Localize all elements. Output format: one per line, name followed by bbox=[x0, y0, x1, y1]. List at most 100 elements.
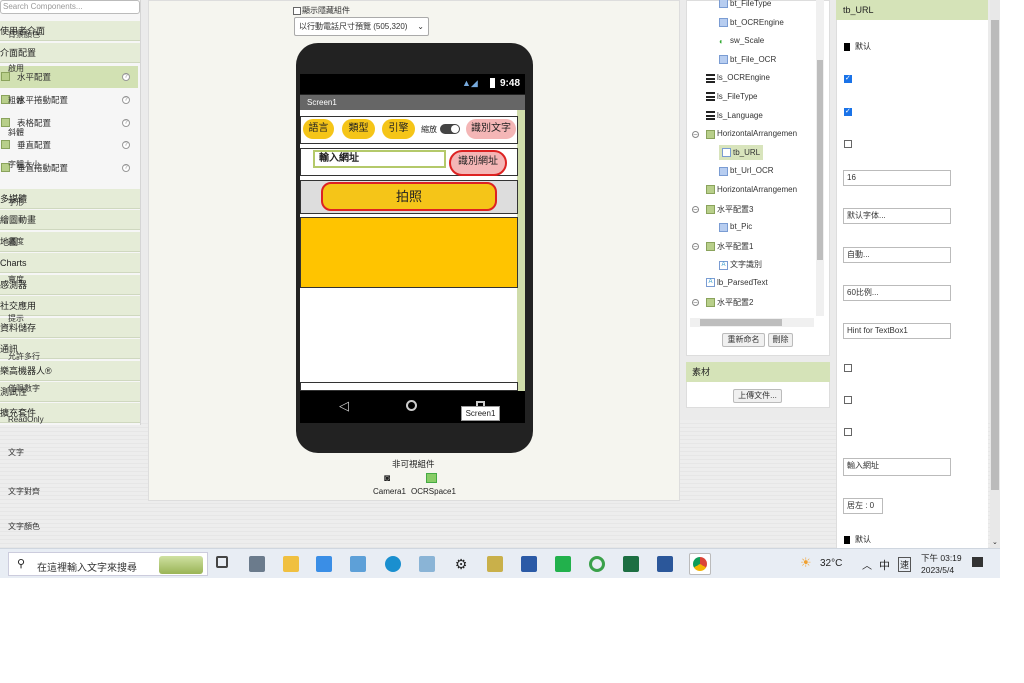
category-layout[interactable]: 介面配置 bbox=[0, 43, 140, 63]
prop-text-color[interactable]: 默认 bbox=[844, 534, 871, 545]
paint-icon[interactable] bbox=[487, 556, 503, 572]
chevron-up-icon[interactable]: ︿ bbox=[862, 557, 872, 572]
scroll-thumb[interactable] bbox=[991, 20, 999, 490]
weather-temperature[interactable]: 32°C bbox=[820, 558, 842, 569]
prop-bold-checkbox[interactable] bbox=[844, 107, 852, 116]
checkbox[interactable] bbox=[293, 6, 301, 15]
nonvisible-camera[interactable]: Camera1 bbox=[373, 487, 406, 496]
task-view-icon[interactable] bbox=[216, 556, 228, 568]
row-arrangement-bottom bbox=[300, 382, 518, 391]
help-icon[interactable]: ? bbox=[122, 119, 130, 127]
prop-font-select[interactable]: 默认字体... bbox=[843, 208, 951, 224]
category-item[interactable]: 繪圖動畫 bbox=[0, 210, 140, 230]
prop-text-textarea[interactable]: 輸入網址 bbox=[843, 458, 951, 476]
tree-node[interactable]: bt_FileType bbox=[719, 0, 771, 9]
clock-time[interactable]: 下午 03:19 bbox=[921, 552, 962, 564]
tree-node[interactable]: tb_URL bbox=[719, 144, 764, 161]
tree-node[interactable]: ls_OCREngine bbox=[706, 73, 770, 83]
tree-node[interactable]: A 文字識別 bbox=[719, 259, 762, 270]
prop-multiline-checkbox[interactable] bbox=[844, 364, 852, 372]
tree-node[interactable]: – 水平配置3 bbox=[692, 204, 753, 215]
taskbar-search[interactable]: ⚲ 在這裡輸入文字來搜尋 bbox=[8, 552, 208, 576]
store-icon[interactable] bbox=[316, 556, 332, 572]
collapse-icon[interactable]: – bbox=[692, 242, 699, 250]
prop-enabled-checkbox[interactable] bbox=[844, 74, 852, 83]
prop-numbers-only-checkbox[interactable] bbox=[844, 396, 852, 404]
prop-align-select[interactable]: 居左 : 0 bbox=[843, 498, 883, 514]
recognize-text-button[interactable]: 識別文字 bbox=[466, 119, 516, 139]
scroll-thumb[interactable] bbox=[700, 319, 782, 326]
tree-node[interactable]: HorizontalArrangemen bbox=[706, 185, 798, 195]
file-explorer-icon[interactable] bbox=[283, 556, 299, 572]
tree-node[interactable]: Alb_ParsedText bbox=[706, 278, 768, 288]
zoom-switch[interactable] bbox=[440, 124, 460, 134]
edge-icon[interactable] bbox=[385, 556, 401, 572]
tree-node[interactable]: – 水平配置2 bbox=[692, 297, 753, 308]
url-input[interactable]: 輸入網址 bbox=[313, 150, 446, 168]
tree-node-label: HorizontalArrangemen bbox=[717, 185, 798, 194]
label-icon: A bbox=[719, 260, 728, 270]
type-button[interactable]: 類型 bbox=[342, 119, 375, 139]
tree-node[interactable]: bt_Url_OCR bbox=[719, 166, 774, 176]
screen-title-bar: Screen1 bbox=[300, 95, 525, 110]
collapse-icon[interactable]: – bbox=[692, 205, 699, 213]
page-scrollbar[interactable]: ⌄ bbox=[990, 0, 1000, 548]
remote-icon[interactable] bbox=[350, 556, 366, 572]
prop-height-select[interactable]: 自動... bbox=[843, 247, 951, 263]
button-icon bbox=[719, 55, 728, 65]
app-icon[interactable] bbox=[521, 556, 537, 572]
prop-font-size-input[interactable]: 16 bbox=[843, 170, 951, 186]
tree-node[interactable]: bt_File_OCR bbox=[719, 55, 776, 65]
chevron-down-icon[interactable]: ⌄ bbox=[992, 538, 998, 546]
rename-button[interactable]: 重新命名 bbox=[722, 333, 765, 347]
excel-icon[interactable] bbox=[623, 556, 639, 572]
arrangement-icon bbox=[706, 204, 715, 214]
upload-file-button[interactable]: 上傳文件... bbox=[733, 389, 782, 403]
gear-icon[interactable]: ⚙ bbox=[453, 556, 469, 572]
help-icon[interactable]: ? bbox=[122, 73, 130, 81]
prop-italic-checkbox[interactable] bbox=[844, 140, 852, 148]
prop-readonly-checkbox[interactable] bbox=[844, 428, 852, 436]
prop-width-select[interactable]: 60比例... bbox=[843, 285, 951, 301]
scroll-thumb[interactable] bbox=[817, 60, 823, 260]
tree-node[interactable]: ls_Language bbox=[706, 111, 763, 120]
tree-hscrollbar[interactable] bbox=[690, 318, 814, 327]
prop-bg-color[interactable]: 默认 bbox=[844, 41, 871, 52]
tree-node[interactable]: ls_FileType bbox=[706, 92, 757, 102]
home-icon[interactable] bbox=[406, 400, 417, 411]
hidden-components-toggle[interactable]: 顯示隱藏組件 bbox=[293, 5, 350, 16]
preview-size-select[interactable]: 以行動電話尺寸預覽 (505,320) ⌄ bbox=[294, 17, 429, 36]
take-photo-button[interactable]: 拍照 bbox=[321, 182, 497, 211]
notification-icon[interactable] bbox=[972, 557, 983, 567]
clock-date[interactable]: 2023/5/4 bbox=[921, 565, 954, 575]
recognize-url-button[interactable]: 識別網址 bbox=[449, 150, 507, 176]
engine-button[interactable]: 引擎 bbox=[382, 119, 415, 139]
help-icon[interactable]: ? bbox=[122, 164, 130, 172]
app-icon[interactable] bbox=[589, 556, 605, 572]
tree-node[interactable]: bt_OCREngine bbox=[719, 18, 784, 27]
nonvisible-ocr[interactable]: OCRSpace1 bbox=[411, 487, 456, 496]
tree-node[interactable]: – 水平配置1 bbox=[692, 241, 753, 252]
line-icon[interactable] bbox=[555, 556, 571, 572]
component-search-input[interactable]: Search Components... bbox=[0, 0, 140, 14]
tree-node[interactable]: – HorizontalArrangemen bbox=[692, 129, 797, 139]
language-button[interactable]: 語言 bbox=[303, 119, 334, 139]
collapse-icon[interactable]: – bbox=[692, 298, 699, 306]
help-icon[interactable]: ? bbox=[122, 141, 130, 149]
ime-mode[interactable]: 速 bbox=[898, 557, 912, 572]
word-icon[interactable] bbox=[657, 556, 673, 572]
help-icon[interactable]: ? bbox=[122, 96, 130, 104]
prop-hint-input[interactable]: Hint for TextBox1 bbox=[843, 323, 951, 339]
ime-indicator[interactable]: 中 bbox=[879, 557, 890, 573]
calculator-icon[interactable] bbox=[249, 556, 265, 572]
tree-node[interactable]: ◐ sw_Scale bbox=[719, 36, 764, 45]
back-icon[interactable]: ◁ bbox=[339, 398, 349, 414]
tree-vscrollbar[interactable] bbox=[816, 0, 824, 316]
category-item[interactable]: 樂高機器人® bbox=[0, 361, 140, 381]
chrome-icon[interactable] bbox=[689, 553, 711, 575]
app-icon[interactable] bbox=[419, 556, 435, 572]
phone-clock: 9:48 bbox=[500, 78, 521, 89]
delete-button[interactable]: 刪除 bbox=[768, 333, 793, 347]
tree-node[interactable]: bt_Pic bbox=[719, 222, 752, 232]
category-item[interactable]: Charts bbox=[0, 253, 140, 273]
